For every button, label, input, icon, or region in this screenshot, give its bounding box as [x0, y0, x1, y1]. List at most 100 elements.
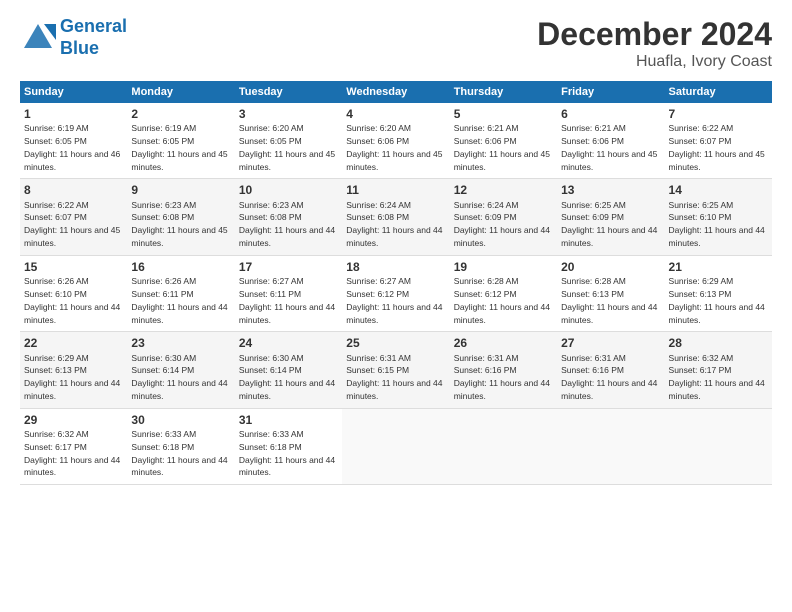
day-cell: 2Sunrise: 6:19 AMSunset: 6:05 PMDaylight… [127, 103, 234, 179]
day-cell: 17Sunrise: 6:27 AMSunset: 6:11 PMDayligh… [235, 255, 342, 331]
day-info: Sunrise: 6:23 AMSunset: 6:08 PMDaylight:… [239, 200, 335, 248]
day-cell: 24 Sunrise: 6:30 AMSunset: 6:14 PMDayligh… [235, 332, 342, 408]
day-cell: 7Sunrise: 6:22 AMSunset: 6:07 PMDaylight… [665, 103, 772, 179]
day-info: Sunrise: 6:26 AMSunset: 6:11 PMDaylight:… [131, 276, 227, 324]
day-number: 23 [131, 335, 230, 351]
day-number: 1 [24, 106, 123, 122]
day-cell: 5Sunrise: 6:21 AMSunset: 6:06 PMDaylight… [450, 103, 557, 179]
day-number: 6 [561, 106, 660, 122]
day-cell: 8 Sunrise: 6:22 AMSunset: 6:07 PMDaylight… [20, 179, 127, 255]
day-info: Sunrise: 6:31 AMSunset: 6:15 PMDaylight:… [346, 353, 442, 401]
day-info: Sunrise: 6:28 AMSunset: 6:13 PMDaylight:… [561, 276, 657, 324]
col-wednesday: Wednesday [342, 81, 449, 103]
day-number: 11 [346, 182, 445, 198]
day-cell: 3Sunrise: 6:20 AMSunset: 6:05 PMDaylight… [235, 103, 342, 179]
day-info: Sunrise: 6:31 AMSunset: 6:16 PMDaylight:… [454, 353, 550, 401]
day-number: 14 [669, 182, 768, 198]
day-cell [450, 408, 557, 484]
day-info: Sunrise: 6:20 AMSunset: 6:05 PMDaylight:… [239, 123, 335, 171]
day-cell: 18Sunrise: 6:27 AMSunset: 6:12 PMDayligh… [342, 255, 449, 331]
day-info: Sunrise: 6:29 AMSunset: 6:13 PMDaylight:… [669, 276, 765, 324]
day-number: 27 [561, 335, 660, 351]
day-info: Sunrise: 6:31 AMSunset: 6:16 PMDaylight:… [561, 353, 657, 401]
location-title: Huafla, Ivory Coast [537, 53, 772, 71]
day-cell: 16Sunrise: 6:26 AMSunset: 6:11 PMDayligh… [127, 255, 234, 331]
day-number: 17 [239, 259, 338, 275]
day-info: Sunrise: 6:24 AMSunset: 6:09 PMDaylight:… [454, 200, 550, 248]
day-cell [342, 408, 449, 484]
day-info: Sunrise: 6:33 AMSunset: 6:18 PMDaylight:… [239, 429, 335, 477]
day-info: Sunrise: 6:19 AMSunset: 6:05 PMDaylight:… [24, 123, 120, 171]
day-cell: 23 Sunrise: 6:30 AMSunset: 6:14 PMDayligh… [127, 332, 234, 408]
day-number: 2 [131, 106, 230, 122]
day-cell: 15Sunrise: 6:26 AMSunset: 6:10 PMDayligh… [20, 255, 127, 331]
day-number: 30 [131, 412, 230, 428]
day-info: Sunrise: 6:27 AMSunset: 6:11 PMDaylight:… [239, 276, 335, 324]
day-info: Sunrise: 6:29 AMSunset: 6:13 PMDaylight:… [24, 353, 120, 401]
day-number: 29 [24, 412, 123, 428]
day-number: 16 [131, 259, 230, 275]
day-cell: 14 Sunrise: 6:25 AMSunset: 6:10 PMDayligh… [665, 179, 772, 255]
day-cell: 12 Sunrise: 6:24 AMSunset: 6:09 PMDayligh… [450, 179, 557, 255]
day-info: Sunrise: 6:30 AMSunset: 6:14 PMDaylight:… [239, 353, 335, 401]
day-number: 10 [239, 182, 338, 198]
day-info: Sunrise: 6:25 AMSunset: 6:10 PMDaylight:… [669, 200, 765, 248]
title-block: December 2024 Huafla, Ivory Coast [537, 16, 772, 71]
day-cell: 29Sunrise: 6:32 AMSunset: 6:17 PMDayligh… [20, 408, 127, 484]
col-saturday: Saturday [665, 81, 772, 103]
day-info: Sunrise: 6:22 AMSunset: 6:07 PMDaylight:… [669, 123, 765, 171]
week-row-2: 8 Sunrise: 6:22 AMSunset: 6:07 PMDaylight… [20, 179, 772, 255]
day-info: Sunrise: 6:22 AMSunset: 6:07 PMDaylight:… [24, 200, 120, 248]
logo-blue: Blue [60, 38, 99, 58]
logo-text: General Blue [60, 16, 127, 59]
day-number: 18 [346, 259, 445, 275]
day-number: 5 [454, 106, 553, 122]
day-info: Sunrise: 6:24 AMSunset: 6:08 PMDaylight:… [346, 200, 442, 248]
day-info: Sunrise: 6:21 AMSunset: 6:06 PMDaylight:… [454, 123, 550, 171]
week-row-3: 15Sunrise: 6:26 AMSunset: 6:10 PMDayligh… [20, 255, 772, 331]
day-number: 8 [24, 182, 123, 198]
logo-icon [20, 20, 56, 56]
col-monday: Monday [127, 81, 234, 103]
day-cell: 4Sunrise: 6:20 AMSunset: 6:06 PMDaylight… [342, 103, 449, 179]
day-info: Sunrise: 6:26 AMSunset: 6:10 PMDaylight:… [24, 276, 120, 324]
day-info: Sunrise: 6:20 AMSunset: 6:06 PMDaylight:… [346, 123, 442, 171]
day-number: 9 [131, 182, 230, 198]
week-row-5: 29Sunrise: 6:32 AMSunset: 6:17 PMDayligh… [20, 408, 772, 484]
day-info: Sunrise: 6:25 AMSunset: 6:09 PMDaylight:… [561, 200, 657, 248]
day-number: 21 [669, 259, 768, 275]
day-number: 26 [454, 335, 553, 351]
day-number: 12 [454, 182, 553, 198]
day-cell: 30Sunrise: 6:33 AMSunset: 6:18 PMDayligh… [127, 408, 234, 484]
calendar-table: Sunday Monday Tuesday Wednesday Thursday… [20, 81, 772, 485]
day-cell [665, 408, 772, 484]
day-cell: 11 Sunrise: 6:24 AMSunset: 6:08 PMDayligh… [342, 179, 449, 255]
col-tuesday: Tuesday [235, 81, 342, 103]
day-info: Sunrise: 6:32 AMSunset: 6:17 PMDaylight:… [24, 429, 120, 477]
day-number: 22 [24, 335, 123, 351]
day-info: Sunrise: 6:21 AMSunset: 6:06 PMDaylight:… [561, 123, 657, 171]
logo: General Blue [20, 16, 127, 59]
day-cell: 31Sunrise: 6:33 AMSunset: 6:18 PMDayligh… [235, 408, 342, 484]
month-title: December 2024 [537, 16, 772, 53]
day-cell: 1Sunrise: 6:19 AMSunset: 6:05 PMDaylight… [20, 103, 127, 179]
day-number: 13 [561, 182, 660, 198]
day-cell: 22 Sunrise: 6:29 AMSunset: 6:13 PMDayligh… [20, 332, 127, 408]
day-info: Sunrise: 6:30 AMSunset: 6:14 PMDaylight:… [131, 353, 227, 401]
day-cell [557, 408, 664, 484]
day-number: 20 [561, 259, 660, 275]
col-friday: Friday [557, 81, 664, 103]
day-info: Sunrise: 6:32 AMSunset: 6:17 PMDaylight:… [669, 353, 765, 401]
day-number: 4 [346, 106, 445, 122]
day-number: 31 [239, 412, 338, 428]
header: General Blue December 2024 Huafla, Ivory… [20, 16, 772, 71]
day-cell: 27 Sunrise: 6:31 AMSunset: 6:16 PMDayligh… [557, 332, 664, 408]
week-row-4: 22 Sunrise: 6:29 AMSunset: 6:13 PMDayligh… [20, 332, 772, 408]
day-cell: 26 Sunrise: 6:31 AMSunset: 6:16 PMDayligh… [450, 332, 557, 408]
day-info: Sunrise: 6:27 AMSunset: 6:12 PMDaylight:… [346, 276, 442, 324]
day-number: 24 [239, 335, 338, 351]
day-info: Sunrise: 6:23 AMSunset: 6:08 PMDaylight:… [131, 200, 227, 248]
day-info: Sunrise: 6:19 AMSunset: 6:05 PMDaylight:… [131, 123, 227, 171]
day-cell: 6Sunrise: 6:21 AMSunset: 6:06 PMDaylight… [557, 103, 664, 179]
day-number: 28 [669, 335, 768, 351]
